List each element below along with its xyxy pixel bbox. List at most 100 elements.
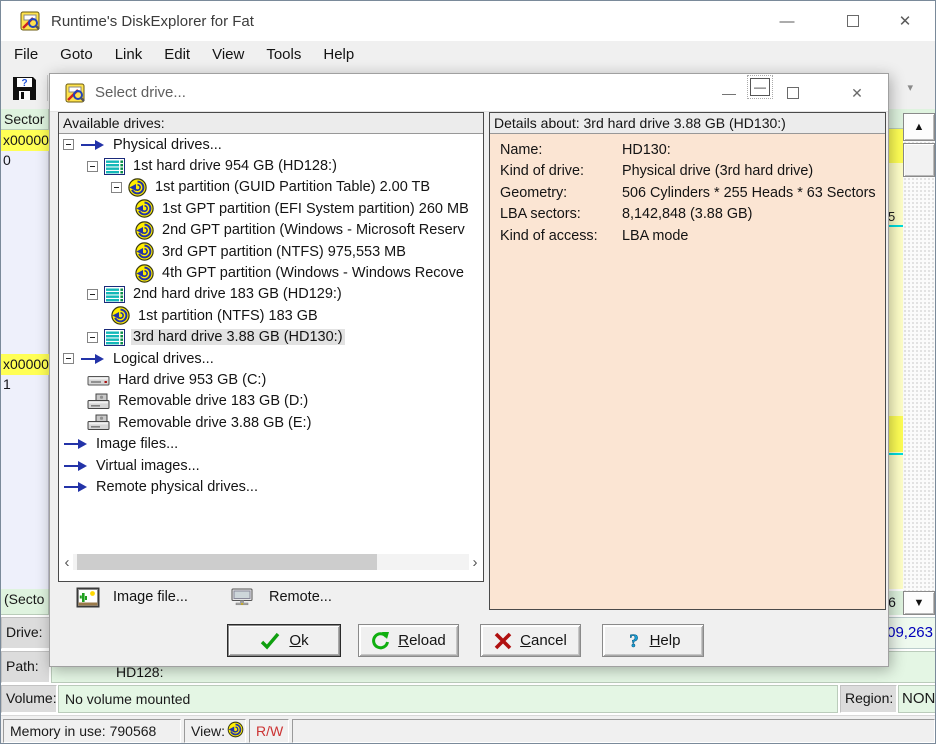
- detail-label: Name:: [500, 142, 622, 163]
- detail-label: Geometry:: [500, 185, 622, 206]
- sector-address-cell[interactable]: x00000: [1, 130, 49, 151]
- tree-item[interactable]: Hard drive 953 GB (C:): [59, 369, 483, 390]
- dialog-rollup-button[interactable]: —: [750, 78, 770, 96]
- partition-icon: [135, 242, 154, 261]
- close-button[interactable]: ✕: [885, 7, 925, 35]
- tree-item[interactable]: 1st hard drive 954 GB (HD128:): [59, 155, 483, 176]
- dialog-maximize-button[interactable]: [780, 81, 806, 105]
- collapse-toggle-icon[interactable]: [87, 289, 98, 300]
- cancel-button-label: Cancel: [520, 632, 567, 649]
- vertical-scrollbar-thumb[interactable]: [903, 143, 935, 177]
- tree-item[interactable]: Remote physical drives...: [59, 476, 483, 497]
- maximize-button[interactable]: [833, 7, 873, 35]
- forward-dropdown-caret[interactable]: ▾: [907, 81, 913, 94]
- partition-icon: [135, 221, 154, 240]
- tree-item-label: 1st partition (GUID Partition Table) 2.0…: [153, 179, 432, 195]
- tree-item[interactable]: 3rd GPT partition (NTFS) 975,553 MB: [59, 241, 483, 262]
- cancel-button[interactable]: Cancel: [480, 624, 581, 657]
- detail-value: HD130:: [622, 142, 885, 163]
- collapse-toggle-icon[interactable]: [87, 161, 98, 172]
- tree-item-label: 1st partition (NTFS) 183 GB: [136, 308, 320, 324]
- save-button[interactable]: ?: [7, 71, 41, 105]
- horizontal-scrollbar-thumb[interactable]: [77, 554, 377, 570]
- available-drives-header: Available drives:: [59, 113, 483, 134]
- tree-item-label: Removable drive 3.88 GB (E:): [116, 415, 313, 431]
- diskexplorer-window: Runtime's DiskExplorer for Fat — ✕ FileG…: [0, 0, 936, 744]
- scroll-down-button[interactable]: ▼: [903, 591, 935, 615]
- region-label: Region:: [840, 685, 897, 713]
- region-value-field: NONE: [898, 685, 936, 713]
- detail-label: LBA sectors:: [500, 206, 622, 227]
- scroll-left-button[interactable]: ‹: [61, 554, 73, 571]
- scroll-up-button[interactable]: ▲: [903, 113, 935, 141]
- remote-button-label: Remote...: [269, 589, 332, 605]
- minimize-button[interactable]: —: [767, 7, 807, 35]
- drives-tree: Physical drives... 1st hard drive 954 GB …: [59, 134, 483, 581]
- statusbar: Memory in use: 790568 View: R/W: [1, 715, 935, 744]
- sector-column-header: Sector: [1, 109, 49, 130]
- menu-edit[interactable]: Edit: [153, 43, 201, 66]
- tree-item[interactable]: Virtual images...: [59, 455, 483, 476]
- image-file-button-label: Image file...: [113, 589, 188, 605]
- partition-icon: [128, 178, 147, 197]
- tree-item[interactable]: Removable drive 3.88 GB (E:): [59, 412, 483, 433]
- collapse-toggle-icon[interactable]: [111, 182, 122, 193]
- menu-link[interactable]: Link: [104, 43, 154, 66]
- help-button[interactable]: ?Help: [602, 624, 704, 657]
- detail-value: LBA mode: [622, 228, 885, 249]
- detail-row: Kind of access:LBA mode: [500, 228, 885, 249]
- tree-item[interactable]: Physical drives...: [59, 134, 483, 155]
- ok-button[interactable]: Ok: [227, 624, 341, 657]
- memory-status: Memory in use: 790568: [3, 719, 181, 743]
- tree-item[interactable]: Image files...: [59, 433, 483, 454]
- status-spacer: [292, 719, 935, 743]
- reload-button[interactable]: Reload: [358, 624, 459, 657]
- removable-icon: [87, 393, 110, 410]
- titlebar: Runtime's DiskExplorer for Fat — ✕: [1, 1, 935, 41]
- menu-goto[interactable]: Goto: [49, 43, 104, 66]
- dialog-minimize-button[interactable]: —: [716, 81, 742, 105]
- tree-item[interactable]: Logical drives...: [59, 348, 483, 369]
- image-file-button[interactable]: Image file...: [72, 584, 192, 610]
- tree-item[interactable]: 2nd hard drive 183 GB (HD129:): [59, 284, 483, 305]
- tree-item[interactable]: 1st GPT partition (EFI System partition)…: [59, 198, 483, 219]
- tree-item[interactable]: 1st partition (NTFS) 183 GB: [59, 305, 483, 326]
- partition-icon: [135, 199, 154, 218]
- tree-item-label: Image files...: [94, 436, 180, 452]
- detail-value: 506 Cylinders * 255 Heads * 63 Sectors: [622, 185, 885, 206]
- menu-help[interactable]: Help: [312, 43, 365, 66]
- tree-item-label: Virtual images...: [94, 458, 202, 474]
- tree-horizontal-scrollbar[interactable]: ‹ ›: [61, 553, 481, 571]
- remote-button[interactable]: Remote...: [226, 584, 336, 610]
- details-header: Details about: 3rd hard drive 3.88 GB (H…: [490, 113, 885, 134]
- partition-icon: [111, 306, 130, 325]
- vertical-scrollbar-track[interactable]: [903, 141, 935, 591]
- tree-item[interactable]: 3rd hard drive 3.88 GB (HD130:): [59, 327, 483, 348]
- menu-view[interactable]: View: [201, 43, 255, 66]
- horizontal-scrollbar-track[interactable]: [73, 554, 469, 570]
- detail-row: Kind of drive:Physical drive (3rd hard d…: [500, 163, 885, 184]
- menu-file[interactable]: File: [3, 43, 49, 66]
- scroll-right-button[interactable]: ›: [469, 554, 481, 571]
- tree-item[interactable]: Removable drive 183 GB (D:): [59, 391, 483, 412]
- collapse-toggle-icon[interactable]: [63, 353, 74, 364]
- harddrive-icon: [104, 158, 125, 175]
- detail-row: LBA sectors:8,142,848 (3.88 GB): [500, 206, 885, 227]
- tree-item[interactable]: 1st partition (GUID Partition Table) 2.0…: [59, 177, 483, 198]
- sector-address-cell[interactable]: x00000: [1, 354, 49, 375]
- arrow-icon: [63, 481, 88, 493]
- partition-icon: [135, 264, 154, 283]
- tree-item-label: 1st hard drive 954 GB (HD128:): [131, 158, 339, 174]
- tree-item-label: 3rd hard drive 3.88 GB (HD130:): [131, 329, 345, 345]
- collapse-toggle-icon[interactable]: [87, 332, 98, 343]
- image-file-icon: [76, 587, 100, 608]
- dialog-close-button[interactable]: ✕: [844, 81, 870, 105]
- detail-label: Kind of drive:: [500, 163, 622, 184]
- dialog-title: Select drive...: [95, 84, 186, 101]
- menu-tools[interactable]: Tools: [255, 43, 312, 66]
- path-label: Path:: [1, 651, 50, 683]
- hex-char: 5: [888, 209, 895, 224]
- tree-item[interactable]: 2nd GPT partition (Windows - Microsoft R…: [59, 220, 483, 241]
- tree-item[interactable]: 4th GPT partition (Windows - Windows Rec…: [59, 262, 483, 283]
- collapse-toggle-icon[interactable]: [63, 139, 74, 150]
